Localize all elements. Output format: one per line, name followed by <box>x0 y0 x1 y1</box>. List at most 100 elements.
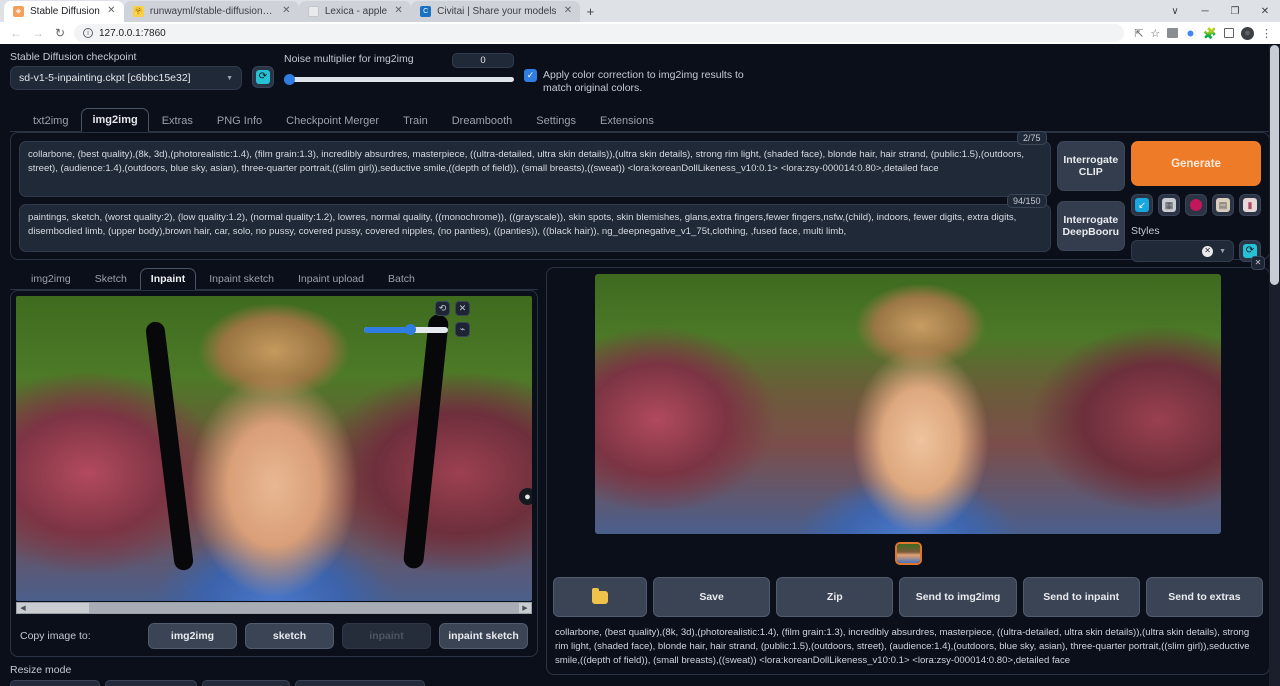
generate-button[interactable]: Generate <box>1131 141 1261 186</box>
tab-dreambooth[interactable]: Dreambooth <box>441 109 524 132</box>
result-image[interactable] <box>595 274 1221 534</box>
browser-tab-0[interactable]: ◈ Stable Diffusion ✕ <box>4 1 124 22</box>
maximize-icon[interactable]: ❐ <box>1220 0 1250 22</box>
styles-select[interactable]: ✕ ▼ <box>1131 240 1234 262</box>
tab-settings[interactable]: Settings <box>525 109 587 132</box>
slider-fill <box>364 327 410 333</box>
close-window-icon[interactable]: ✕ <box>1250 0 1280 22</box>
more-menu-icon[interactable]: ⋮ <box>1261 27 1272 40</box>
send-to-img2img-button[interactable]: Send to img2img <box>899 577 1016 617</box>
sub-tab-sketch[interactable]: Sketch <box>84 268 138 290</box>
tab-close-icon[interactable]: ✕ <box>393 6 404 16</box>
open-folder-button[interactable] <box>553 577 647 617</box>
restore-progress-button[interactable]: ↙ <box>1131 194 1153 216</box>
site-info-icon[interactable]: i <box>83 28 93 38</box>
brush-size-slider[interactable] <box>364 327 448 333</box>
new-tab-button[interactable]: + <box>580 2 600 22</box>
color-correction-group[interactable]: ✓ Apply color correction to img2img resu… <box>524 69 754 95</box>
bookmark-star-icon[interactable]: ☆ <box>1150 27 1160 40</box>
tab-title: runwayml/stable-diffusion-inpa <box>150 6 275 17</box>
send-to-inpaint-button[interactable]: Send to inpaint <box>1023 577 1140 617</box>
copy-to-sketch-button[interactable]: sketch <box>245 623 334 649</box>
save-button[interactable]: Save <box>653 577 770 617</box>
slider-knob[interactable] <box>405 324 416 335</box>
folder-icon <box>592 591 608 604</box>
browser-tab-1[interactable]: 🤗 runwayml/stable-diffusion-inpa ✕ <box>124 1 299 22</box>
tab-train[interactable]: Train <box>392 109 439 132</box>
clear-prompt-button[interactable]: ▦ <box>1158 194 1180 216</box>
sub-tab-inpaint[interactable]: Inpaint <box>140 268 196 290</box>
url-input[interactable]: i 127.0.0.1:7860 <box>74 24 1124 42</box>
tab-png-info[interactable]: PNG Info <box>206 109 273 132</box>
interrogate-deepbooru-button[interactable]: Interrogate DeepBooru <box>1057 201 1126 251</box>
canvas-horizontal-scrollbar[interactable]: ◀ ▶ <box>16 602 532 614</box>
profile-avatar-icon[interactable]: ● <box>1241 27 1254 40</box>
resize-mode-crop-and-resize[interactable] <box>105 680 197 686</box>
tab-close-icon[interactable]: ✕ <box>281 6 292 16</box>
more-dot-icon[interactable]: ● <box>519 488 532 505</box>
resize-mode-latent-upscale[interactable] <box>295 680 425 686</box>
slider-knob[interactable] <box>284 74 295 85</box>
reload-icon[interactable]: ↻ <box>52 26 68 40</box>
checkpoint-value: sd-v1-5-inpainting.ckpt [c6bbc15e32] <box>19 72 191 84</box>
puzzle-extension-icon[interactable]: 🧩 <box>1203 27 1217 40</box>
copy-image-row: Copy image to: img2img sketch inpaint in… <box>16 623 532 651</box>
sub-tab-inpaint-upload[interactable]: Inpaint upload <box>287 268 375 290</box>
share-icon[interactable]: ⇱ <box>1134 27 1143 40</box>
noise-value-input[interactable]: 0 <box>452 53 514 68</box>
tab-search-chevron-icon[interactable]: ∨ <box>1160 0 1190 22</box>
refresh-checkpoints-button[interactable]: ⟳ <box>252 66 274 88</box>
result-panel: ✕ Save Zip Sen <box>546 267 1270 675</box>
back-icon[interactable]: ← <box>8 26 24 40</box>
tab-img2img[interactable]: img2img <box>81 108 148 132</box>
scrollbar-thumb[interactable] <box>89 603 519 613</box>
send-to-extras-button[interactable]: Send to extras <box>1146 577 1263 617</box>
minimize-icon[interactable]: ─ <box>1190 0 1220 22</box>
checkpoint-select[interactable]: sd-v1-5-inpainting.ckpt [c6bbc15e32] ▼ <box>10 66 242 90</box>
blue-circle-extension-icon[interactable] <box>1185 28 1196 39</box>
tab-extensions[interactable]: Extensions <box>589 109 665 132</box>
copy-to-inpaint-sketch-button[interactable]: inpaint sketch <box>439 623 528 649</box>
inpaint-canvas[interactable]: ⟲ ✕ ⌁ ● <box>16 296 532 601</box>
apply-style-button[interactable] <box>1185 194 1207 216</box>
sub-tab-img2img[interactable]: img2img <box>20 268 82 290</box>
sidepanel-icon[interactable] <box>1224 28 1234 38</box>
stable-diffusion-webui: Stable Diffusion checkpoint sd-v1-5-inpa… <box>0 45 1280 686</box>
interrogate-column: Interrogate CLIP Interrogate DeepBooru <box>1057 141 1126 251</box>
scroll-right-icon[interactable]: ▶ <box>519 604 531 612</box>
scroll-left-icon[interactable]: ◀ <box>17 604 29 612</box>
paste-params-button[interactable]: ▤ <box>1212 194 1234 216</box>
resize-mode-resize-and-fill[interactable] <box>202 680 290 686</box>
calendar-extension-icon[interactable] <box>1167 28 1178 38</box>
resize-mode-just-resize[interactable] <box>10 680 100 686</box>
trash-icon: ▦ <box>1162 198 1176 212</box>
color-correction-checkbox[interactable]: ✓ <box>524 69 537 82</box>
result-thumbnail[interactable] <box>895 542 922 565</box>
tab-close-icon[interactable]: ✕ <box>106 6 117 16</box>
sub-tab-inpaint-sketch[interactable]: Inpaint sketch <box>198 268 285 290</box>
sub-tab-batch[interactable]: Batch <box>377 268 426 290</box>
zip-button[interactable]: Zip <box>776 577 893 617</box>
close-icon[interactable]: ✕ <box>455 301 470 316</box>
negative-prompt-input[interactable]: paintings, sketch, (worst quality:2), (l… <box>19 204 1051 252</box>
close-icon[interactable]: ✕ <box>1251 256 1265 270</box>
forward-icon[interactable]: → <box>30 26 46 40</box>
prompt-panel: 2/75 collarbone, (best quality),(8k, 3d)… <box>10 132 1270 260</box>
browser-tab-3[interactable]: C Civitai | Share your models ✕ <box>411 1 580 22</box>
scrollbar-thumb[interactable] <box>1270 45 1279 285</box>
tab-txt2img[interactable]: txt2img <box>22 109 79 132</box>
brush-size-icon[interactable]: ⌁ <box>455 322 470 337</box>
clear-x-icon[interactable]: ✕ <box>1202 246 1213 257</box>
noise-slider[interactable] <box>284 75 514 83</box>
interrogate-clip-button[interactable]: Interrogate CLIP <box>1057 141 1126 191</box>
lexica-icon <box>308 6 319 17</box>
tab-checkpoint-merger[interactable]: Checkpoint Merger <box>275 109 390 132</box>
app-scrollbar[interactable] <box>1269 45 1280 686</box>
undo-icon[interactable]: ⟲ <box>435 301 450 316</box>
save-style-button[interactable]: ▮ <box>1239 194 1261 216</box>
tab-close-icon[interactable]: ✕ <box>562 6 573 16</box>
browser-tab-2[interactable]: Lexica - apple ✕ <box>299 1 411 22</box>
copy-to-img2img-button[interactable]: img2img <box>148 623 237 649</box>
positive-prompt-input[interactable]: collarbone, (best quality),(8k, 3d),(pho… <box>19 141 1051 197</box>
tab-extras[interactable]: Extras <box>151 109 204 132</box>
